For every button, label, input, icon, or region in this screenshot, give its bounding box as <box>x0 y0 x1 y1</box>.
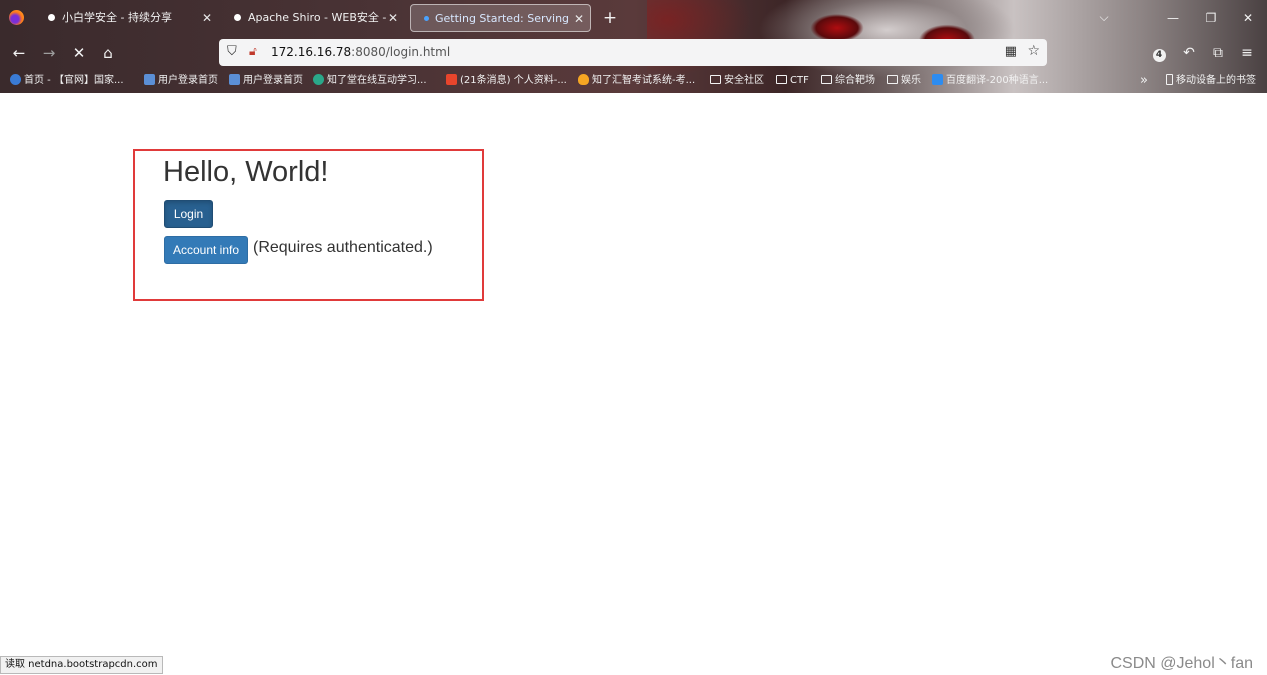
folder-icon <box>821 75 832 84</box>
minimize-button[interactable]: — <box>1154 0 1192 36</box>
window-close-button[interactable]: ✕ <box>1229 0 1267 36</box>
favicon-icon <box>234 14 241 21</box>
watermark: CSDN @Jehol丶fan <box>1110 655 1253 672</box>
page-icon <box>144 74 155 85</box>
restore-button[interactable]: ❐ <box>1192 0 1230 36</box>
flame-icon <box>578 74 589 85</box>
tab-xiaobai[interactable]: 小白学安全 - 持续分享 ✕ <box>38 4 218 32</box>
bookmark-label: 安全社区 <box>724 75 764 86</box>
bookmark-label: 知了汇智考试系统-考... <box>592 75 696 86</box>
mobile-device-icon <box>1166 74 1173 85</box>
extensions-icon[interactable]: ⧉ <box>1207 42 1229 64</box>
csdn-icon <box>446 74 457 85</box>
translate-icon <box>932 74 943 85</box>
login-button[interactable]: Login <box>164 200 213 228</box>
bookmark-label: 用户登录首页 <box>158 75 218 86</box>
close-tab-icon[interactable]: ✕ <box>202 4 212 32</box>
bookmarks-toolbar: 首页 - 【官网】国家... 用户登录首页 用户登录首页 知了堂在线互动学习..… <box>0 70 1267 91</box>
close-tab-icon[interactable]: ✕ <box>574 5 584 31</box>
tab-getting-started[interactable]: Getting Started: Serving Web ✕ <box>410 4 591 32</box>
bookmark-item[interactable]: 知了汇智考试系统-考... <box>578 70 695 91</box>
account-info-button[interactable]: Account info <box>164 236 248 264</box>
bookmark-item[interactable]: 用户登录首页 <box>144 70 218 91</box>
folder-icon <box>710 75 721 84</box>
bookmark-folder[interactable]: CTF <box>776 70 809 91</box>
bookmark-label: (21条消息) 个人资料-... <box>460 75 567 86</box>
tab-apache-shiro[interactable]: Apache Shiro - WEB安全 - 小白 ✕ <box>224 4 404 32</box>
qr-code-icon[interactable]: ▦ <box>1005 44 1017 59</box>
tab-bar: 小白学安全 - 持续分享 ✕ Apache Shiro - WEB安全 - 小白… <box>0 0 1267 36</box>
bookmark-folder[interactable]: 综合靶场 <box>821 70 875 91</box>
bookmark-label: 百度翻译-200种语言... <box>946 75 1049 86</box>
back-arrow-icon[interactable]: ← <box>8 42 30 64</box>
forward-arrow-icon[interactable]: → <box>38 42 60 64</box>
extension-badge[interactable]: 4 <box>1148 42 1170 64</box>
bookmark-item[interactable]: (21条消息) 个人资料-... <box>446 70 567 91</box>
mobile-bookmarks[interactable]: 移动设备上的书签 <box>1166 70 1256 91</box>
bookmark-folder[interactable]: 安全社区 <box>710 70 764 91</box>
site-icon <box>313 74 324 85</box>
list-tabs-chevron-icon[interactable]: ⌵ <box>1094 6 1114 28</box>
requires-auth-text: (Requires authenticated.) <box>253 239 433 256</box>
bookmark-label: 综合靶场 <box>835 75 875 86</box>
url-path: :8080/login.html <box>351 45 451 59</box>
url-host: 172.16.16.78 <box>271 45 352 59</box>
url-text[interactable]: 172.16.16.78:8080/login.html <box>271 39 450 66</box>
new-tab-button[interactable]: + <box>600 4 620 32</box>
firefox-logo-icon <box>9 10 24 25</box>
tracking-shield-icon[interactable]: ⛉ <box>227 44 237 59</box>
more-bookmarks-icon[interactable]: » <box>1140 70 1148 91</box>
bookmark-label: 娱乐 <box>901 75 921 86</box>
home-icon[interactable]: ⌂ <box>97 42 119 64</box>
bookmark-item[interactable]: 用户登录首页 <box>229 70 303 91</box>
status-bar: 读取 netdna.bootstrapcdn.com <box>0 656 163 674</box>
insecure-lock-icon[interactable]: 🔓︎ <box>249 44 257 59</box>
folder-icon <box>887 75 898 84</box>
undo-icon[interactable]: ↶ <box>1178 42 1200 64</box>
bookmark-item[interactable]: 首页 - 【官网】国家... <box>10 70 124 91</box>
tab-label: Apache Shiro - WEB安全 - 小白 <box>248 11 386 24</box>
folder-icon <box>776 75 787 84</box>
page-icon <box>229 74 240 85</box>
bookmark-item[interactable]: 知了堂在线互动学习... <box>313 70 427 91</box>
bookmark-label: 用户登录首页 <box>243 75 303 86</box>
favicon-icon <box>48 14 55 21</box>
address-bar[interactable]: ⛉ 🔓︎ 172.16.16.78:8080/login.html ▦ ☆ <box>219 39 1047 66</box>
badge-count: 4 <box>1152 49 1166 62</box>
navigation-toolbar: ← → ✕ ⌂ ⛉ 🔓︎ 172.16.16.78:8080/login.htm… <box>0 38 1267 68</box>
page-heading: Hello, World! <box>163 156 329 188</box>
bookmark-label: CTF <box>790 75 809 86</box>
bookmark-star-icon[interactable]: ☆ <box>1027 43 1040 59</box>
bookmark-folder[interactable]: 娱乐 <box>887 70 921 91</box>
tab-label: Getting Started: Serving Web <box>435 12 572 25</box>
hamburger-menu-icon[interactable]: ≡ <box>1236 42 1258 64</box>
bookmark-item[interactable]: 百度翻译-200种语言... <box>932 70 1048 91</box>
close-tab-icon[interactable]: ✕ <box>388 4 398 32</box>
globe-icon <box>10 74 21 85</box>
bookmark-label: 知了堂在线互动学习... <box>327 75 427 86</box>
tab-label: 小白学安全 - 持续分享 <box>62 11 172 24</box>
browser-chrome: 小白学安全 - 持续分享 ✕ Apache Shiro - WEB安全 - 小白… <box>0 0 1267 93</box>
loading-dot-icon <box>424 16 429 21</box>
mobile-bookmarks-label: 移动设备上的书签 <box>1176 75 1256 86</box>
bookmark-label: 首页 - 【官网】国家... <box>24 75 124 86</box>
stop-loading-icon[interactable]: ✕ <box>68 42 90 64</box>
